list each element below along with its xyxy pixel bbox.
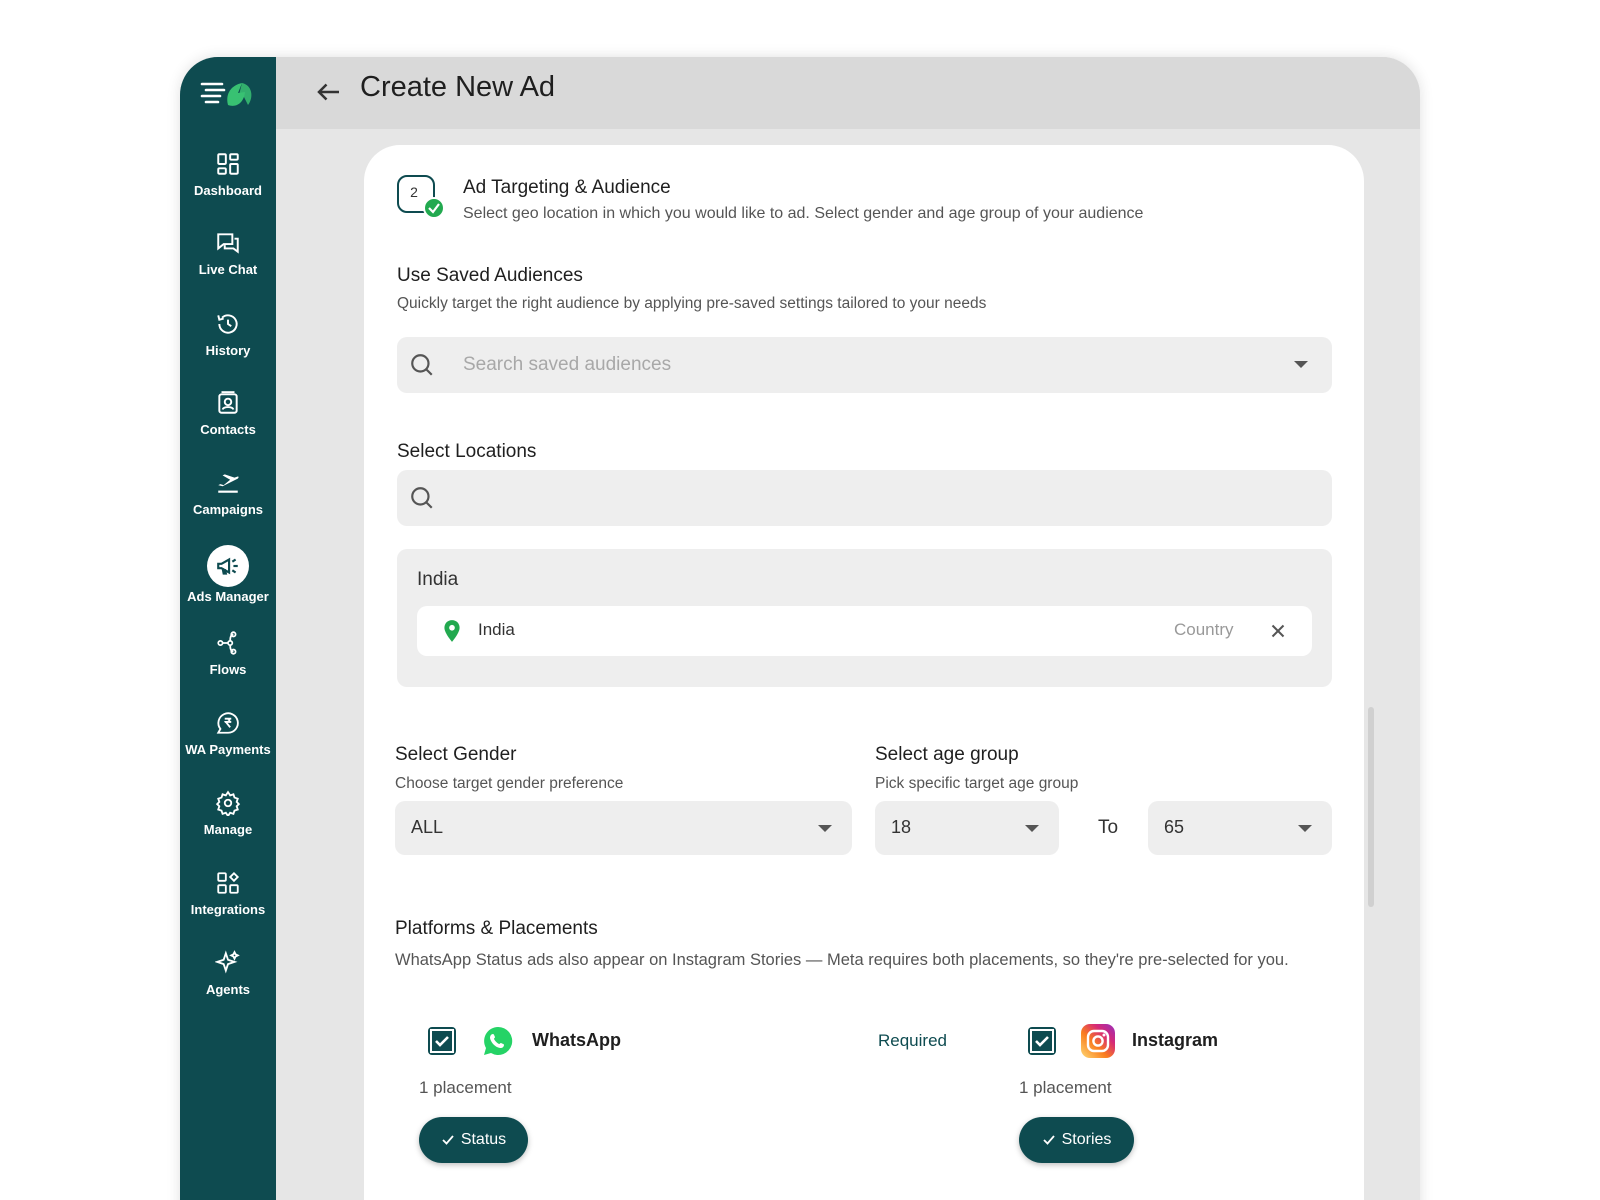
sidebar-item-label: Ads Manager <box>187 589 269 604</box>
search-icon <box>411 487 433 509</box>
sidebar-item-label: Dashboard <box>194 183 262 198</box>
checkmark-icon <box>1030 1029 1054 1053</box>
campaigns-icon <box>218 474 239 493</box>
age-from-value: 18 <box>891 817 912 837</box>
whatsapp-label: WhatsApp <box>532 1030 621 1050</box>
checkmark-icon <box>430 1029 454 1053</box>
back-arrow-icon[interactable] <box>314 77 344 107</box>
page-title: Create New Ad <box>360 71 556 103</box>
gender-subtitle: Choose target gender preference <box>395 775 624 792</box>
saved-audiences-title: Use Saved Audiences <box>397 265 583 286</box>
active-indicator <box>207 545 249 587</box>
instagram-checkbox[interactable] <box>1028 1027 1056 1055</box>
saved-audiences-select[interactable] <box>397 337 1332 393</box>
sidebar-item-label: History <box>205 343 251 358</box>
main-area: Create New Ad 2 Ad Targeting & Audience … <box>276 57 1420 1200</box>
instagram-icon <box>1081 1024 1115 1058</box>
instagram-label: Instagram <box>1132 1030 1219 1050</box>
whatsapp-checkbox[interactable] <box>428 1027 456 1055</box>
search-icon <box>411 354 433 376</box>
sidebar-item-label: Live Chat <box>198 262 258 277</box>
map-pin-icon <box>444 620 460 642</box>
sidebar-item-history[interactable]: History <box>180 301 276 371</box>
gender-value: ALL <box>411 817 444 837</box>
platforms-subtitle: WhatsApp Status ads also appear on Insta… <box>395 951 1289 969</box>
sidebar-item-contacts[interactable]: Contacts <box>180 380 276 450</box>
locations-title: Select Locations <box>397 441 537 462</box>
instagram-placement-count: 1 placement <box>1019 1078 1112 1097</box>
rupee-icon <box>216 712 239 734</box>
sidebar-item-flows[interactable]: Flows <box>180 620 276 690</box>
sidebar-item-label: Contacts <box>200 422 256 437</box>
whatsapp-icon <box>484 1026 513 1055</box>
selected-locations-box: India India Country <box>397 549 1332 687</box>
chevron-down-icon[interactable] <box>1294 361 1308 368</box>
integrations-icon <box>217 871 240 894</box>
flows-icon <box>217 631 237 655</box>
check-circle-icon <box>423 197 445 219</box>
chevron-down-icon <box>1025 825 1039 832</box>
sidebar-item-campaigns[interactable]: Campaigns <box>180 460 276 530</box>
sidebar-item-label: Campaigns <box>192 502 264 517</box>
chip-label: Stories <box>1061 1131 1112 1148</box>
saved-audiences-subtitle: Quickly target the right audience by app… <box>397 295 987 312</box>
check-icon <box>1042 1135 1055 1145</box>
sidebar-item-manage[interactable]: Manage <box>180 780 276 850</box>
location-type: Country <box>1174 620 1234 639</box>
age-to-value: 65 <box>1164 817 1185 837</box>
saved-audiences-search-input[interactable] <box>463 337 1263 393</box>
top-bar: Create New Ad <box>276 57 1420 129</box>
age-from-select[interactable]: 18 <box>875 801 1059 855</box>
location-name: India <box>478 620 515 639</box>
gender-select[interactable]: ALL <box>395 801 852 855</box>
form-card: 2 Ad Targeting & Audience Select geo loc… <box>364 145 1364 1200</box>
sparkle-icon <box>215 950 240 974</box>
sidebar-item-live-chat[interactable]: Live Chat <box>180 220 276 290</box>
app-window: Dashboard Live Chat History Contacts Cam… <box>180 57 1420 1200</box>
whatsapp-placement-count: 1 placement <box>419 1078 512 1097</box>
check-icon <box>442 1135 454 1145</box>
sidebar-item-dashboard[interactable]: Dashboard <box>180 141 276 211</box>
locations-search-field[interactable] <box>397 470 1332 526</box>
sidebar-item-label: WA Payments <box>185 742 271 757</box>
chevron-down-icon <box>818 825 832 832</box>
chat-icon <box>217 233 239 254</box>
history-icon <box>217 314 238 334</box>
step-subtitle: Select geo location in which you would l… <box>463 205 1144 222</box>
locations-search-input[interactable] <box>463 470 1313 526</box>
sidebar: Dashboard Live Chat History Contacts Cam… <box>180 57 276 1200</box>
location-item: India Country <box>417 606 1312 656</box>
age-to-label: To <box>1098 817 1119 838</box>
location-group-label: India <box>417 569 459 590</box>
dashboard-icon <box>217 153 239 175</box>
gear-icon <box>215 790 241 816</box>
platforms-title: Platforms & Placements <box>395 918 598 939</box>
required-label: Required <box>878 1031 947 1050</box>
sidebar-item-label: Manage <box>203 822 253 837</box>
chevron-down-icon <box>1298 825 1312 832</box>
stories-placement-chip[interactable]: Stories <box>1019 1117 1134 1163</box>
age-title: Select age group <box>875 744 1019 765</box>
age-subtitle: Pick specific target age group <box>875 775 1079 792</box>
scrollbar[interactable] <box>1368 707 1374 907</box>
sidebar-item-ads-manager[interactable]: Ads Manager <box>180 539 276 609</box>
sidebar-item-label: Integrations <box>190 902 266 917</box>
gender-title: Select Gender <box>395 744 517 765</box>
close-icon[interactable] <box>1267 620 1289 642</box>
sidebar-item-label: Agents <box>205 982 251 997</box>
sidebar-item-wa-payments[interactable]: WA Payments <box>180 700 276 770</box>
sidebar-item-integrations[interactable]: Integrations <box>180 860 276 930</box>
app-logo <box>198 75 258 115</box>
age-to-select[interactable]: 65 <box>1148 801 1332 855</box>
chip-label: Status <box>460 1131 507 1148</box>
step-title: Ad Targeting & Audience <box>463 177 671 198</box>
sidebar-item-label: Flows <box>209 662 247 677</box>
contacts-icon <box>218 391 238 414</box>
sidebar-item-agents[interactable]: Agents <box>180 940 276 1010</box>
status-placement-chip[interactable]: Status <box>419 1117 528 1163</box>
megaphone-icon <box>217 557 238 575</box>
